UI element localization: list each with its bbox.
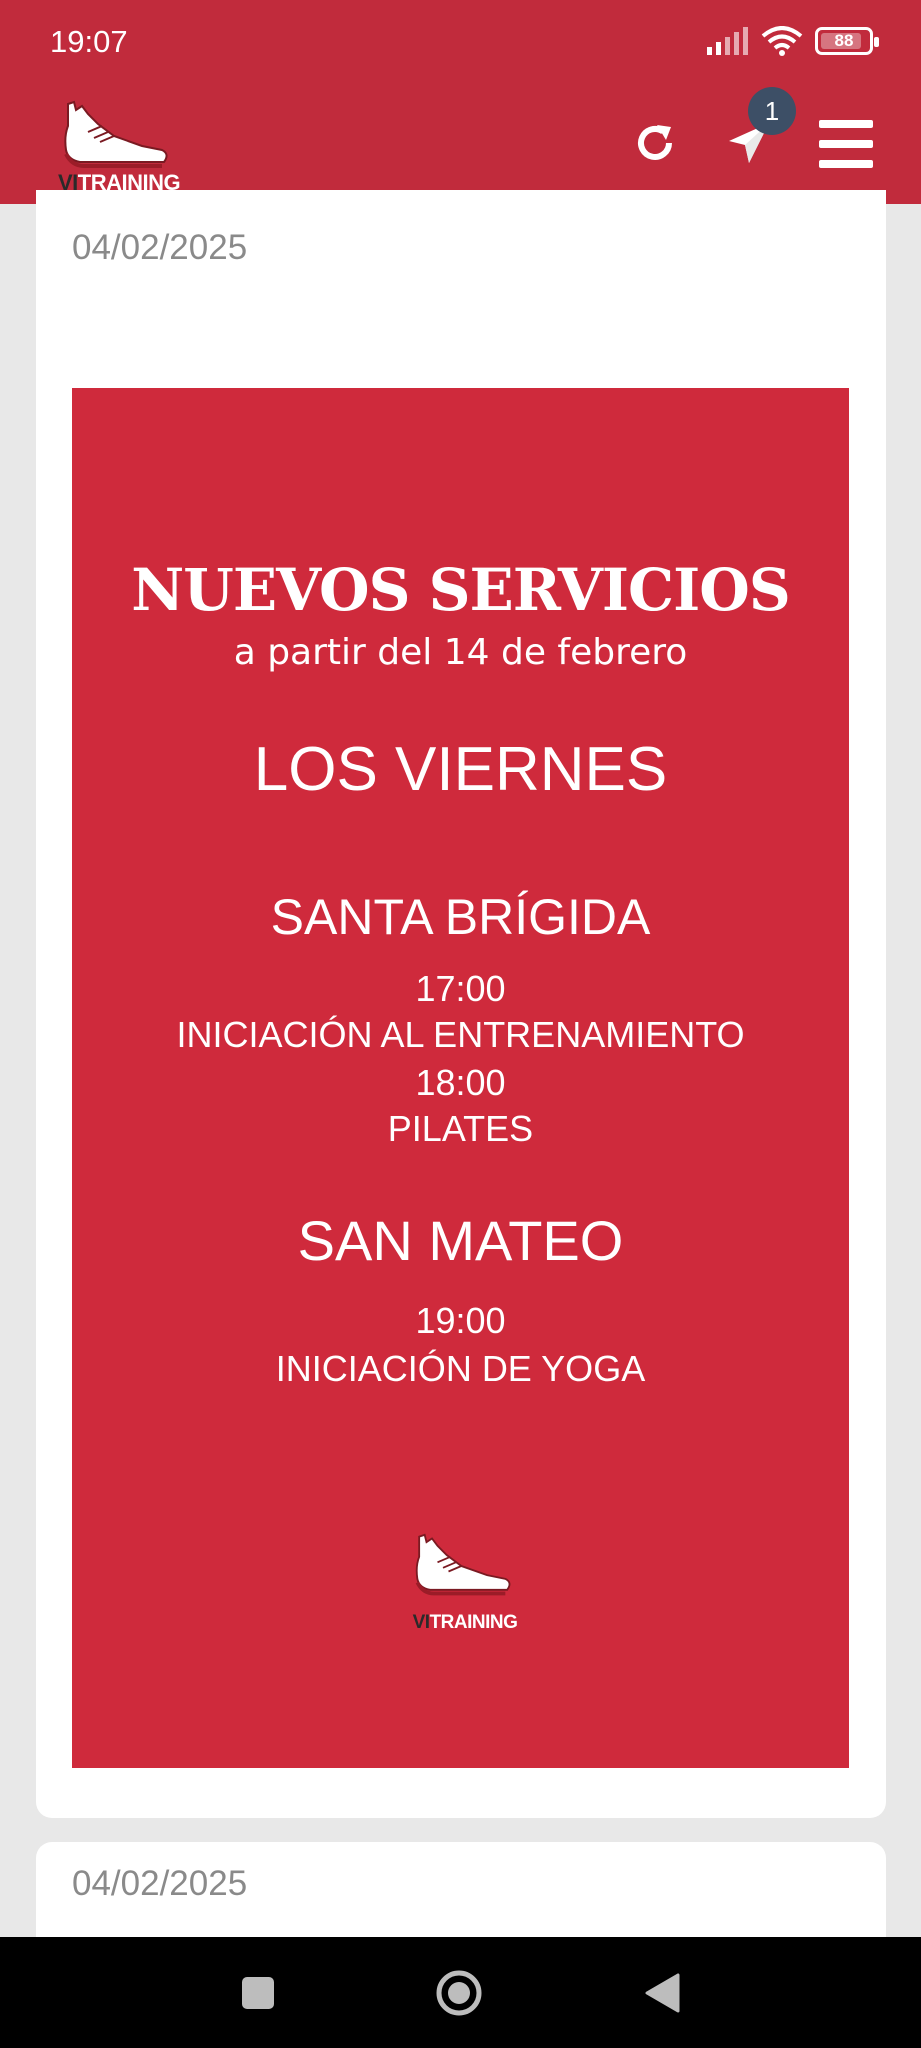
app-bar: 19:07 88 VITRAINING 1	[0, 0, 921, 204]
poster-activity: INICIACIÓN DE YOGA	[275, 1348, 646, 1389]
logo-wordmark: VITRAINING	[410, 1612, 520, 1634]
sneaker-logo-icon	[64, 100, 168, 168]
logo-prefix: VI	[412, 1612, 430, 1633]
poster-subtitle: a partir del 14 de febrero	[233, 632, 688, 673]
refresh-button[interactable]	[630, 118, 680, 168]
status-time: 19:07	[50, 24, 128, 59]
status-icons: 88	[707, 26, 879, 56]
poster-time: 19:00	[415, 1300, 506, 1341]
app-logo[interactable]: VITRAINING	[58, 96, 181, 200]
sneaker-logo-icon	[415, 1533, 511, 1596]
wifi-icon	[761, 26, 803, 56]
poster-activity: PILATES	[387, 1108, 534, 1149]
poster-location: SANTA BRÍGIDA	[270, 889, 651, 945]
poster-activity: INICIACIÓN AL ENTRENAMIENTO	[176, 1014, 745, 1055]
back-triangle-icon	[645, 1973, 680, 2013]
back-button[interactable]	[634, 1965, 690, 2021]
refresh-icon	[638, 125, 672, 160]
poster-day: LOS VIERNES	[253, 735, 668, 804]
logo-suffix: TRAINING	[429, 1612, 518, 1633]
battery-level: 88	[834, 31, 854, 50]
poster-title: NUEVOS SERVICIOS	[131, 556, 790, 624]
recent-apps-button[interactable]	[230, 1965, 286, 2021]
battery-icon: 88	[815, 27, 879, 55]
menu-button[interactable]	[818, 120, 874, 168]
poster-logo: VITRAINING	[410, 1528, 520, 1638]
square-icon	[242, 1977, 274, 2009]
poster-location: SAN MATEO	[297, 1209, 624, 1272]
signal-icon	[707, 27, 748, 55]
notification-badge: 1	[748, 87, 796, 135]
poster-time: 17:00	[415, 968, 506, 1009]
system-nav-bar	[0, 1937, 921, 2048]
poster-time: 18:00	[415, 1062, 506, 1103]
circle-icon	[436, 1970, 482, 2016]
hamburger-menu-icon-bar	[819, 160, 873, 168]
post-date: 04/02/2025	[72, 1864, 248, 1903]
hamburger-menu-icon-bar	[819, 120, 873, 128]
home-button[interactable]	[431, 1965, 487, 2021]
post-poster-image[interactable]: NUEVOS SERVICIOS a partir del 14 de febr…	[72, 388, 849, 1768]
post-card[interactable]: 04/02/2025 NUEVOS SERVICIOS a partir del…	[36, 190, 886, 1818]
hamburger-menu-icon-bar	[819, 140, 873, 148]
post-date: 04/02/2025	[72, 228, 248, 267]
